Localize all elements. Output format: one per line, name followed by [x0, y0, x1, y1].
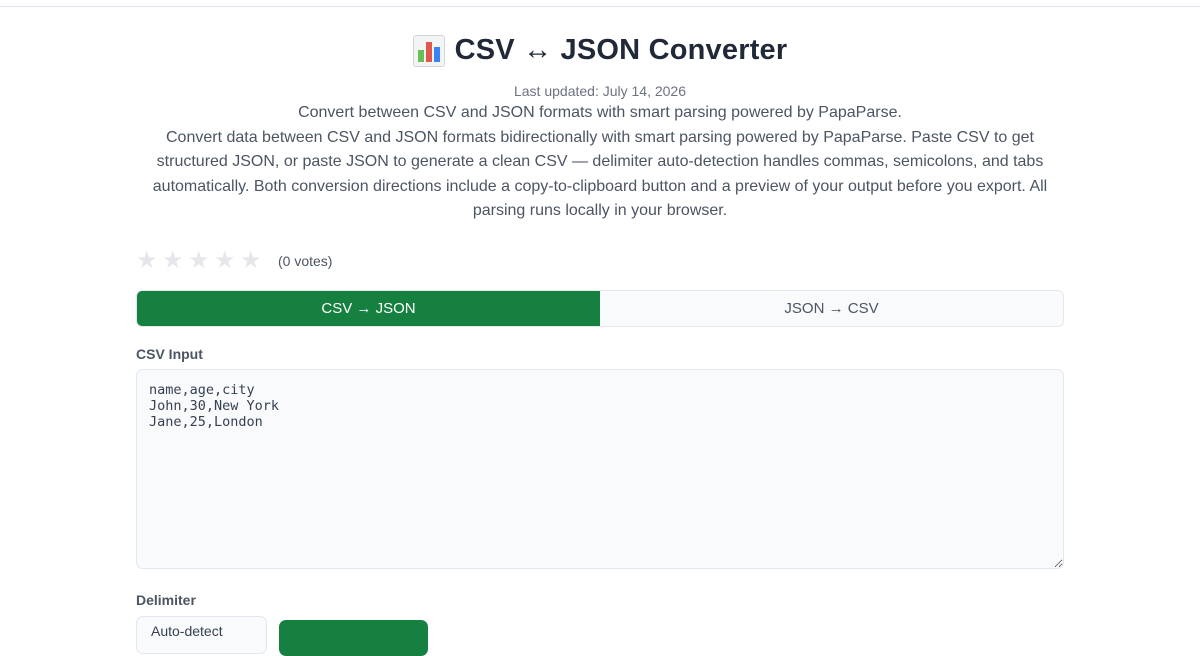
star-icon[interactable]: ★: [136, 248, 162, 274]
csv-input[interactable]: name,age,city John,30,New York Jane,25,L…: [136, 369, 1064, 569]
star-icon[interactable]: ★: [240, 248, 266, 274]
csv-input-label: CSV Input: [136, 346, 203, 362]
last-updated: Last updated: July 14, 2026: [513, 83, 687, 99]
top-divider: [0, 6, 1200, 7]
star-icon[interactable]: ★: [214, 248, 240, 274]
page-title: CSV ↔ JSON Converter: [454, 34, 788, 66]
star-icon[interactable]: ★: [162, 248, 188, 274]
delimiter-label: Delimiter: [136, 592, 196, 608]
bar-chart-icon: [412, 34, 445, 67]
tagline: Convert between CSV and JSON formats wit…: [298, 104, 902, 121]
description: Convert data between CSV and JSON format…: [152, 129, 1048, 219]
page-header: CSV ↔ JSON Converter: [136, 34, 1064, 67]
convert-button[interactable]: [279, 620, 428, 656]
delimiter-select[interactable]: Auto-detect: [136, 616, 267, 654]
mode-tabs: CSV → JSON JSON → CSV: [136, 290, 1064, 327]
star-icon[interactable]: ★: [188, 248, 214, 274]
tab-json-to-csv[interactable]: JSON → CSV: [600, 291, 1063, 326]
star-rating: ★ ★ ★ ★ ★ (0 votes): [136, 248, 332, 274]
vote-count: (0 votes): [278, 253, 333, 269]
tab-csv-to-json[interactable]: CSV → JSON: [137, 291, 600, 326]
